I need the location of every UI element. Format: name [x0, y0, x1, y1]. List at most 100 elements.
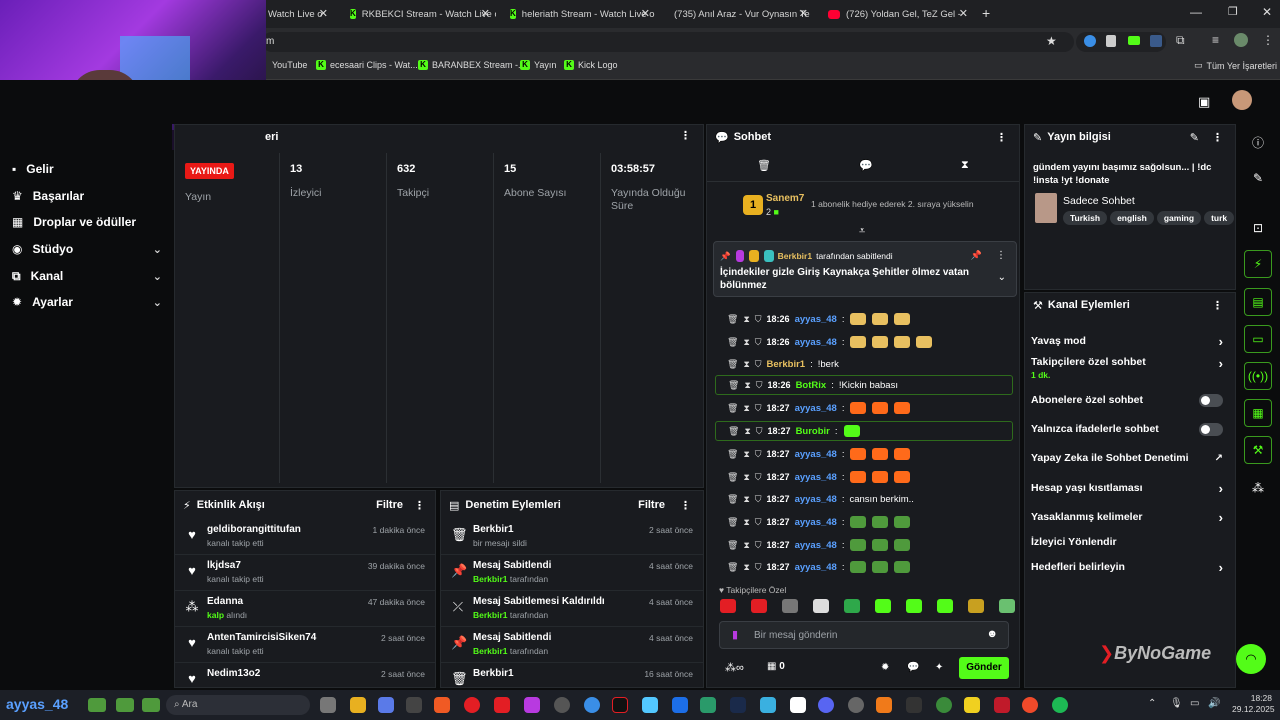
app-icon[interactable]	[848, 697, 864, 713]
app-icon[interactable]	[760, 697, 776, 713]
message-user[interactable]: ayyas_48	[795, 449, 837, 460]
moderator-name[interactable]: Berkbir1	[473, 574, 508, 584]
emote-button[interactable]	[937, 599, 953, 613]
app-icon[interactable]	[554, 697, 570, 713]
ai-moderation[interactable]: Yapay Zeka ile Sohbet Denetimi ↗	[1031, 449, 1227, 467]
send-button[interactable]: Gönder	[959, 657, 1009, 679]
epic-icon[interactable]	[906, 697, 922, 713]
bookmark-item[interactable]: K Kick Logo	[564, 60, 618, 70]
task-view-icon[interactable]	[320, 697, 336, 713]
chat-message[interactable]: 🗑 ⧗ ⛉ 18:27 ayyas_48:	[715, 467, 1013, 487]
document-icon[interactable]: ▤	[1244, 288, 1272, 316]
chat-message[interactable]: 🗑 ⧗ ⛉ 18:27 ayyas_48:	[715, 444, 1013, 464]
chat-message[interactable]: 🗑 ⧗ ⛉ 18:27 ayyas_48: cansın berkim..	[715, 489, 1013, 509]
profile-avatar[interactable]	[1234, 33, 1248, 47]
activity-user[interactable]: lkjdsa7	[207, 560, 241, 571]
emote-button[interactable]	[875, 599, 891, 613]
chat-message[interactable]: 🗑 ⧗ ⛉ 18:26 BotRix: !Kickin babası	[715, 375, 1013, 395]
filter-button[interactable]: Filtre	[638, 499, 665, 511]
emote-only-chat[interactable]: Yalnızca ifadelerle sohbet	[1031, 420, 1227, 438]
more-icon[interactable]: ⋮	[1262, 33, 1274, 47]
hourglass-icon[interactable]: ⧗	[743, 449, 749, 460]
toggle-switch[interactable]	[1199, 422, 1223, 436]
steam-icon[interactable]	[730, 697, 746, 713]
layout-icon[interactable]: ▦	[1244, 399, 1272, 427]
chat-message[interactable]: 🗑 ⧗ ⛉ 18:26 ayyas_48:	[715, 309, 1013, 329]
new-tab-button[interactable]: +	[982, 5, 990, 21]
hourglass-icon[interactable]: ⧗	[743, 314, 749, 325]
trash-icon[interactable]: 🗑	[728, 380, 739, 391]
chat-message[interactable]: 🗑 ⧗ ⛉ 18:27 ayyas_48:	[715, 557, 1013, 577]
sidebar-item-settings[interactable]: ✹ Ayarlar ⌄	[12, 291, 162, 313]
bookmark-item[interactable]: K Yayın	[520, 60, 556, 70]
trash-icon[interactable]: 🗑	[727, 314, 738, 325]
pinned-by-user[interactable]: Berkbir1	[778, 251, 813, 261]
message-user[interactable]: ayyas_48	[795, 540, 837, 551]
trash-icon[interactable]: 🗑	[727, 562, 738, 573]
message-user[interactable]: ayyas_48	[795, 517, 837, 528]
trash-icon[interactable]: 🗑	[727, 517, 738, 528]
star-icon[interactable]: ★	[1046, 34, 1057, 48]
more-icon[interactable]: ⋮	[1212, 131, 1223, 144]
chat-message[interactable]: 🗑 ⧗ ⛉ 18:27 Burobir:	[715, 421, 1013, 441]
trash-icon[interactable]: 🗑	[727, 494, 738, 505]
trash-icon[interactable]: 🗑	[727, 403, 738, 414]
wrench-icon[interactable]: ⚒	[1244, 436, 1272, 464]
hourglass-icon[interactable]: ⧗	[743, 359, 749, 370]
channel-points[interactable]: ▦ 0	[767, 661, 785, 672]
emote-button[interactable]	[782, 599, 798, 613]
hourglass-icon[interactable]: ⧗	[961, 159, 969, 172]
more-icon[interactable]: ⋮	[414, 499, 425, 512]
chat-bubble-icon[interactable]: 💬	[907, 662, 919, 673]
message-user[interactable]: Burobir	[796, 426, 830, 437]
followers-only-chat[interactable]: Takipçilere özel sohbet 1 dk. ›	[1031, 356, 1227, 382]
volume-icon[interactable]: 🔊	[1208, 698, 1220, 709]
discord-icon[interactable]	[818, 697, 834, 713]
app-icon[interactable]	[494, 697, 510, 713]
app-icon[interactable]	[672, 697, 688, 713]
maximize-button[interactable]: ❐	[1228, 5, 1238, 18]
taskbar-clock[interactable]: 18:28 29.12.2025	[1232, 693, 1275, 715]
emote-button[interactable]	[844, 599, 860, 613]
yandex-icon[interactable]	[1022, 697, 1038, 713]
app-icon[interactable]	[406, 697, 422, 713]
app-icon[interactable]	[378, 697, 394, 713]
opera-icon[interactable]	[464, 697, 480, 713]
message-user[interactable]: Berkbir1	[767, 359, 806, 370]
message-user[interactable]: ayyas_48	[795, 314, 837, 325]
hourglass-icon[interactable]: ⧗	[743, 472, 749, 483]
message-user[interactable]: ayyas_48	[795, 494, 837, 505]
chat-input[interactable]: ▮ Bir mesaj gönderin ☻	[719, 621, 1009, 649]
sidebar-item-drops[interactable]: ▦ Droplar ve ödüller	[12, 211, 162, 233]
tag[interactable]: Turkish	[1063, 211, 1108, 225]
puzzle-icon[interactable]: ⧉	[1176, 33, 1185, 48]
set-goals[interactable]: Hedefleri belirleyin ›	[1031, 558, 1227, 576]
expand-icon[interactable]: ⩡	[859, 225, 865, 238]
chat-icon[interactable]: ▭	[1244, 325, 1272, 353]
hourglass-icon[interactable]: ⧗	[743, 562, 749, 573]
chevron-up-icon[interactable]: ⌃	[1148, 698, 1156, 709]
stream-category[interactable]: Sadece Sohbet	[1063, 195, 1135, 207]
user-avatar[interactable]	[1232, 90, 1252, 110]
message-user[interactable]: ayyas_48	[795, 403, 837, 414]
hourglass-icon[interactable]: ⧗	[743, 403, 749, 414]
all-bookmarks[interactable]: ▭ Tüm Yer İşaretleri	[1194, 60, 1277, 71]
address-bar[interactable]: m	[262, 32, 1074, 52]
filter-button[interactable]: Filtre	[376, 499, 403, 511]
hourglass-icon[interactable]: ⧗	[743, 337, 749, 348]
sidebar-item-income[interactable]: ▪ Gelir	[12, 158, 162, 180]
chat-bubble-icon[interactable]: 💬	[859, 159, 873, 172]
activity-user[interactable]: AntenTamircisiSiken74	[207, 632, 316, 643]
message-user[interactable]: ayyas_48	[795, 337, 837, 348]
category-thumbnail[interactable]	[1035, 193, 1057, 223]
browser-tab[interactable]: (735) Anıl Araz - Vur Oynasın Te ✕	[662, 3, 814, 25]
chrome-icon[interactable]	[936, 697, 952, 713]
bookmark-item[interactable]: K BARANBEX Stream -...	[418, 60, 526, 70]
trash-icon[interactable]: 🗑	[728, 426, 739, 437]
bookmark-item[interactable]: Kecesaari Clips - Wat...	[316, 60, 418, 70]
browser-tab[interactable]: Watch Live o ✕	[262, 3, 334, 25]
close-icon[interactable]: ✕	[959, 7, 968, 20]
app-icon[interactable]	[642, 697, 658, 713]
toggle-switch[interactable]	[1199, 393, 1223, 407]
banned-words[interactable]: Yasaklanmış kelimeler ›	[1031, 508, 1227, 526]
